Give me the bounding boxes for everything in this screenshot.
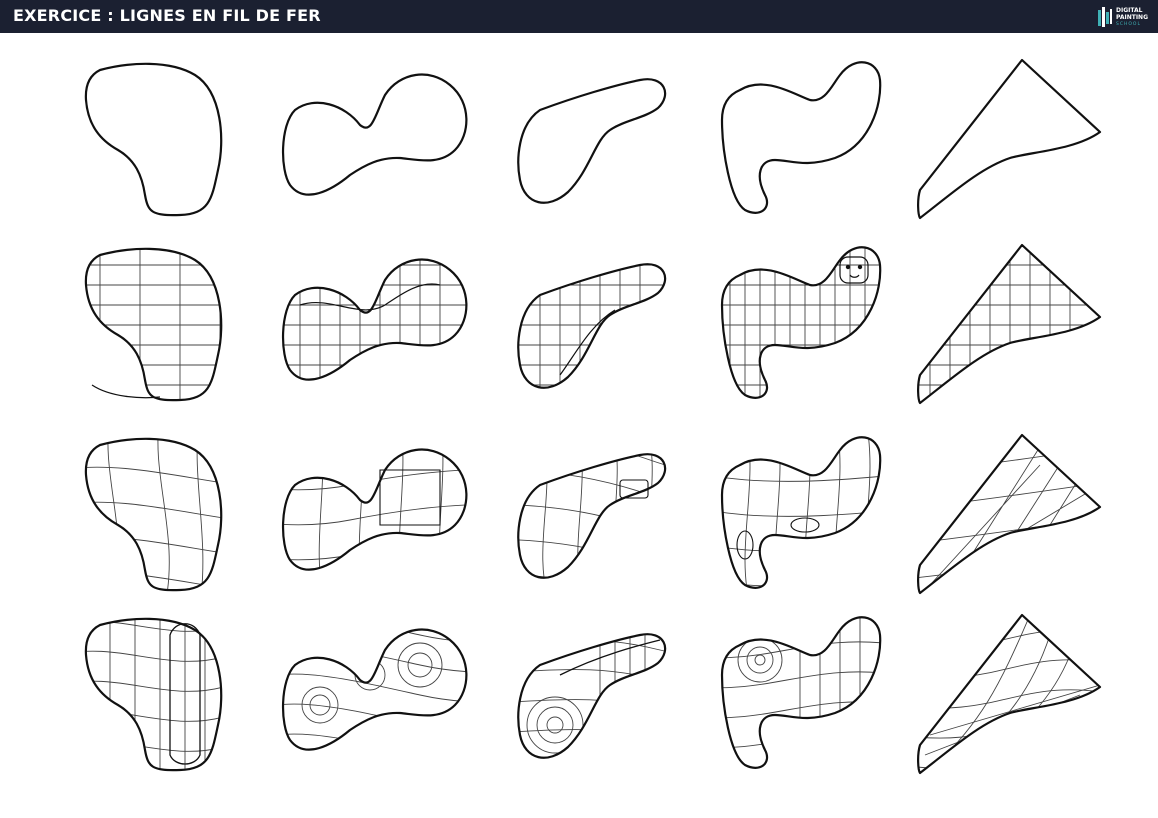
logo-line-3: SCHOOL	[1115, 21, 1141, 27]
shape-blob-wireframe-mechanical	[84, 247, 223, 402]
shape-bean-wireframe-organic	[517, 633, 667, 759]
logo: DIGITAL PAINTING SCHOOL	[1097, 4, 1148, 30]
digital-painting-school-logo-icon	[1097, 7, 1112, 27]
row-wireframe-mechanical	[84, 243, 1102, 405]
logo-text: DIGITAL PAINTING SCHOOL	[1116, 7, 1148, 28]
shape-bean-outline	[517, 78, 667, 204]
exercise-sheet	[0, 33, 1158, 818]
row-wireframe-organic	[84, 613, 1102, 775]
shape-s-curve-outline	[720, 61, 882, 214]
row-wireframe-surface	[84, 433, 1102, 595]
header-bar: EXERCICE : LIGNES EN FIL DE FER DIGITAL …	[0, 0, 1158, 33]
logo-line-2: PAINTING	[1115, 13, 1148, 21]
shape-peanut-outline	[281, 73, 468, 196]
row-outline	[84, 58, 1102, 220]
shape-peanut-wireframe-mechanical	[281, 258, 468, 381]
shape-s-curve-wireframe-organic	[720, 616, 882, 769]
shape-triangle-outline	[917, 58, 1102, 220]
shape-s-curve-wireframe-surface	[720, 436, 882, 589]
shape-triangle-wireframe-surface	[917, 433, 1102, 595]
shape-triangle-wireframe-mechanical	[917, 243, 1102, 405]
shape-blob-wireframe-organic	[84, 617, 223, 772]
page-title: EXERCICE : LIGNES EN FIL DE FER	[13, 6, 321, 25]
shape-bean-wireframe-surface	[517, 453, 667, 579]
shape-blob-outline	[84, 62, 223, 217]
logo-line-1: DIGITAL	[1115, 6, 1143, 14]
shapes-grid	[84, 58, 1102, 775]
shape-s-curve-wireframe-mechanical	[720, 246, 882, 399]
shape-peanut-wireframe-surface	[281, 448, 468, 571]
